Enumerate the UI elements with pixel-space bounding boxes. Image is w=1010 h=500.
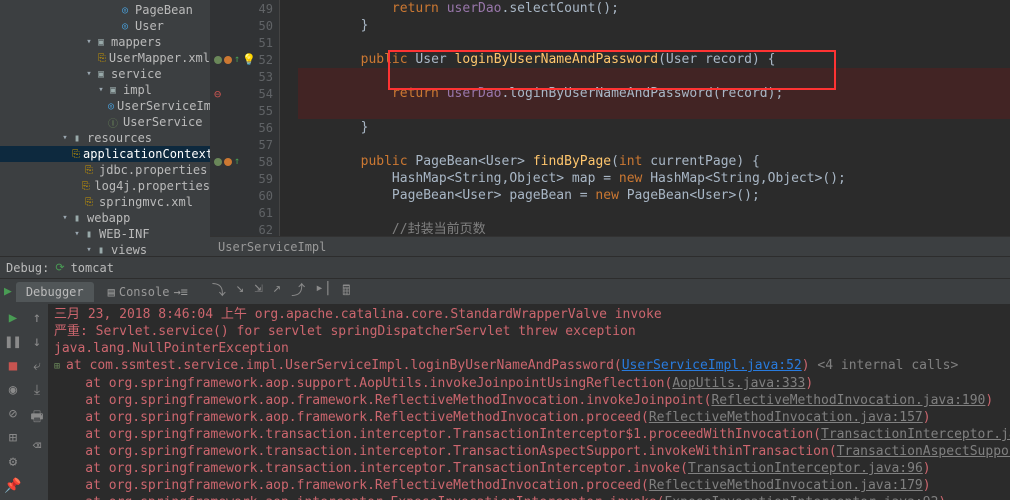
- up-stack-icon[interactable]: ↑: [33, 310, 41, 326]
- soft-wrap-icon[interactable]: ⤶: [33, 358, 41, 374]
- tree-item[interactable]: ▾▮resources: [0, 130, 210, 146]
- log-line[interactable]: at org.springframework.transaction.inter…: [54, 426, 1004, 443]
- debug-label: Debug:: [6, 261, 49, 275]
- code-line[interactable]: //封装当前页数: [298, 221, 1010, 236]
- run-config-name[interactable]: tomcat: [71, 261, 114, 275]
- debug-header: Debug: ⟳ tomcat: [0, 256, 1010, 278]
- code-line[interactable]: }: [298, 119, 1010, 136]
- log-line[interactable]: at org.springframework.aop.framework.Ref…: [54, 477, 1004, 494]
- editor-gutter: 495051↑💡5253⊖54555657↑585960616263: [210, 0, 280, 236]
- tree-item[interactable]: ⎘applicationContext.xml: [0, 146, 210, 162]
- console-side-toolbar: ↑ ↓ ⤶ ⤓ 🖶 ⌫: [26, 304, 48, 500]
- log-line[interactable]: at org.springframework.aop.framework.Ref…: [54, 409, 1004, 426]
- log-line[interactable]: at org.springframework.aop.interceptor.E…: [54, 494, 1004, 500]
- log-line[interactable]: ⊞at com.ssmtest.service.impl.UserService…: [54, 357, 1004, 375]
- log-line[interactable]: at org.springframework.transaction.inter…: [54, 460, 1004, 477]
- tree-item[interactable]: ⎘UserMapper.xml: [0, 50, 210, 66]
- code-line[interactable]: return userDao.selectCount();: [298, 0, 1010, 17]
- pin-icon[interactable]: 📌: [4, 478, 21, 494]
- tree-item[interactable]: ▾▣service: [0, 66, 210, 82]
- evaluate-icon[interactable]: 🖩: [342, 280, 350, 304]
- run-to-cursor-icon[interactable]: ▸|: [315, 280, 332, 304]
- code-line[interactable]: [298, 68, 1010, 85]
- step-over-icon[interactable]: ⤵: [212, 280, 226, 304]
- tree-item[interactable]: ⎘springmvc.xml: [0, 194, 210, 210]
- tree-item[interactable]: ◎UserServiceImpl: [0, 98, 210, 114]
- down-stack-icon[interactable]: ↓: [33, 334, 41, 350]
- code-line[interactable]: [298, 204, 1010, 221]
- clear-icon[interactable]: ⌫: [33, 438, 41, 454]
- tab-debugger[interactable]: Debugger: [16, 282, 94, 302]
- tree-item[interactable]: ⒾUserService: [0, 114, 210, 130]
- drop-frame-icon[interactable]: ⤴: [291, 280, 305, 304]
- log-line[interactable]: at org.springframework.transaction.inter…: [54, 443, 1004, 460]
- tree-item[interactable]: ▾▮views: [0, 242, 210, 256]
- tree-item[interactable]: ▾▣mappers: [0, 34, 210, 50]
- run-config-icon: ⟳: [55, 261, 64, 274]
- code-line[interactable]: public PageBean<User> findByPage(int cur…: [298, 153, 1010, 170]
- tree-item[interactable]: ⎘jdbc.properties: [0, 162, 210, 178]
- step-into-icon[interactable]: ↘: [236, 280, 244, 304]
- code-line[interactable]: [298, 34, 1010, 51]
- log-line[interactable]: java.lang.NullPointerException: [54, 340, 1004, 357]
- code-line[interactable]: HashMap<String,Object> map = new HashMap…: [298, 170, 1010, 187]
- resume-icon[interactable]: ▶: [9, 310, 17, 326]
- step-out-icon[interactable]: ↗: [273, 280, 281, 304]
- log-line[interactable]: 严重: Servlet.service() for servlet spring…: [54, 323, 1004, 340]
- console-output[interactable]: 三月 23, 2018 8:46:04 上午 org.apache.catali…: [48, 304, 1010, 500]
- tree-item[interactable]: ◎PageBean: [0, 2, 210, 18]
- editor: 495051↑💡5253⊖54555657↑585960616263 retur…: [210, 0, 1010, 256]
- code-line[interactable]: return userDao.loginByUserNameAndPasswor…: [298, 85, 1010, 102]
- tree-item[interactable]: ▾▮webapp: [0, 210, 210, 226]
- tab-console[interactable]: ▤Console→≡: [98, 282, 198, 302]
- mute-breakpoints-icon[interactable]: ⊘: [9, 406, 17, 422]
- tree-item[interactable]: ⎘log4j.properties: [0, 178, 210, 194]
- stop-icon[interactable]: ■: [9, 358, 17, 374]
- settings-icon[interactable]: ⚙: [9, 454, 17, 470]
- breakpoints-icon[interactable]: ◉: [9, 382, 17, 398]
- debug-side-toolbar: ▶ ❚❚ ■ ◉ ⊘ ⊞ ⚙ 📌 ✕: [0, 304, 26, 500]
- pause-icon[interactable]: ❚❚: [5, 334, 22, 350]
- tree-item[interactable]: ▾▣impl: [0, 82, 210, 98]
- debug-tabs: ▶ Debugger ▤Console→≡ ⤵ ↘ ⇲ ↗ ⤴ ▸| 🖩: [0, 278, 1010, 304]
- restore-layout-icon[interactable]: ⊞: [9, 430, 17, 446]
- log-line[interactable]: 三月 23, 2018 8:46:04 上午 org.apache.catali…: [54, 306, 1004, 323]
- breadcrumb[interactable]: UserServiceImpl: [210, 236, 1010, 256]
- force-step-into-icon[interactable]: ⇲: [254, 280, 262, 304]
- code-line[interactable]: [298, 136, 1010, 153]
- rerun-icon[interactable]: ▶: [4, 284, 12, 299]
- tree-item[interactable]: ◎User: [0, 18, 210, 34]
- tree-item[interactable]: ▾▮WEB-INF: [0, 226, 210, 242]
- code-line[interactable]: [298, 102, 1010, 119]
- project-tree[interactable]: ◎PageBean◎User▾▣mappers⎘UserMapper.xml▾▣…: [0, 0, 210, 256]
- scroll-to-end-icon[interactable]: ⤓: [34, 382, 40, 398]
- breadcrumb-item[interactable]: UserServiceImpl: [218, 240, 326, 254]
- log-line[interactable]: at org.springframework.aop.support.AopUt…: [54, 375, 1004, 392]
- log-line[interactable]: at org.springframework.aop.framework.Ref…: [54, 392, 1004, 409]
- code-line[interactable]: }: [298, 17, 1010, 34]
- print-icon[interactable]: 🖶: [30, 406, 43, 430]
- code-area[interactable]: return userDao.selectCount(); } public U…: [280, 0, 1010, 236]
- code-line[interactable]: public User loginByUserNameAndPassword(U…: [298, 51, 1010, 68]
- code-line[interactable]: PageBean<User> pageBean = new PageBean<U…: [298, 187, 1010, 204]
